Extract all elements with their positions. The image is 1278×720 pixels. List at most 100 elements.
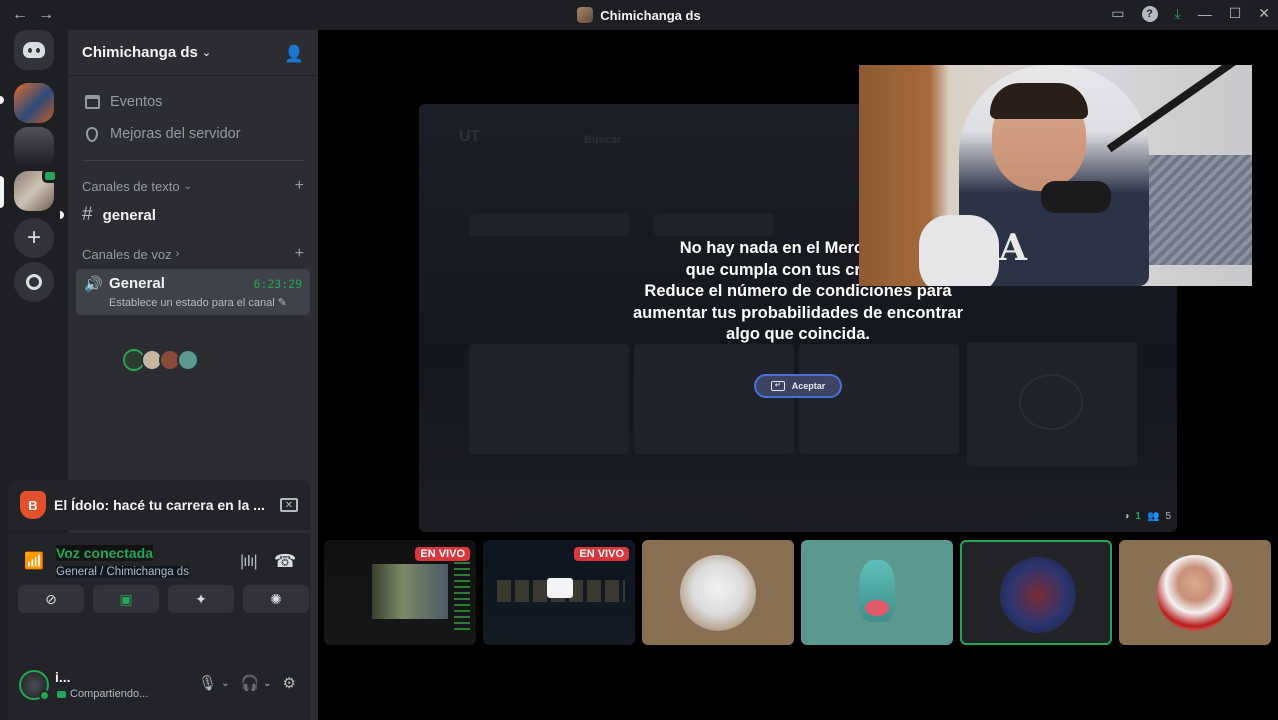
add-channel-icon[interactable]: +	[295, 177, 304, 195]
webcam-microphone	[1041, 181, 1111, 213]
people-icon: 👥	[1146, 511, 1160, 522]
avatar	[1000, 557, 1076, 633]
channel-general[interactable]: # general	[60, 199, 318, 231]
faded-ui-text: Buscar	[584, 134, 622, 146]
title-bar: ← → Chimichanga ds ▭ ? ⤓ — ☐ ✕	[0, 0, 1278, 30]
participant-tile[interactable]	[1119, 540, 1271, 645]
chevron-down-icon: ⌄	[183, 180, 192, 192]
voice-channel-timer: 6:23:29	[253, 277, 302, 291]
boost-icon	[86, 126, 98, 142]
accept-button[interactable]: ↵ Aceptar	[754, 374, 842, 398]
voice-connected-label[interactable]: Voz conectada	[56, 545, 153, 561]
headphones-icon[interactable]: 🎧	[240, 674, 259, 692]
download-icon[interactable]: ⤓	[1175, 5, 1181, 22]
connection-signal-icon[interactable]: 📶	[24, 551, 44, 571]
activity-title: El Ídolo: hacé tu carrera en la ...	[54, 497, 265, 513]
faded-crest-icon	[1019, 374, 1083, 430]
screen-share-button[interactable]: ▣	[93, 585, 159, 613]
add-server-button[interactable]: +	[14, 218, 54, 258]
live-badge: EN VIVO	[415, 547, 470, 561]
online-status-icon	[39, 690, 50, 701]
inbox-icon[interactable]: ▭	[1111, 5, 1124, 22]
avatar[interactable]	[177, 349, 199, 371]
plus-icon: +	[26, 224, 41, 251]
nav-events-label: Eventos	[110, 94, 163, 110]
participant-tile[interactable]	[801, 540, 953, 645]
channel-name: general	[102, 206, 156, 224]
avatar	[859, 560, 895, 622]
screen-share-icon: ▣	[119, 590, 133, 607]
invite-people-icon[interactable]: 👤	[284, 44, 304, 64]
voice-channel-general[interactable]: 🔊 General 6:23:29 Establece un estado pa…	[76, 269, 310, 315]
stream-preview	[454, 562, 470, 632]
viewer-count-a: 1	[1135, 511, 1141, 522]
hash-icon: #	[82, 204, 93, 225]
voice-stage: UT Buscar No hay nada en el Mercado de q…	[318, 30, 1278, 720]
sidebar-divider	[82, 160, 304, 161]
faded-ui-box	[469, 344, 629, 454]
category-voice-channels[interactable]: Canales de voz › +	[68, 241, 318, 267]
participant-tile-speaking[interactable]	[960, 540, 1112, 645]
activity-card[interactable]: B El Ídolo: hacé tu carrera en la ... ✕	[8, 480, 310, 530]
settings-gear-icon[interactable]: ⚙	[283, 674, 296, 692]
chevron-right-icon: ›	[175, 248, 180, 260]
discord-home-button[interactable]	[14, 30, 54, 70]
user-status: Compartiendo...	[57, 688, 148, 700]
microphone-icon[interactable]: 🎙	[198, 674, 217, 692]
voice-connection-panel: 📶 Voz conectada General / Chimichanga ds…	[8, 533, 310, 648]
activities-button[interactable]: ✦	[168, 585, 234, 613]
unread-pill	[0, 96, 4, 104]
nav-server-boosts[interactable]: Mejoras del servidor	[68, 118, 318, 150]
server-icon-2[interactable]	[14, 127, 54, 167]
live-badge: EN VIVO	[574, 547, 629, 561]
stream-tile[interactable]: EN VIVO	[324, 540, 476, 645]
minimize-icon[interactable]: —	[1198, 6, 1212, 22]
soundboard-icon: ✺	[270, 590, 282, 607]
voice-participants	[123, 349, 199, 371]
speaker-icon: 🔊	[84, 276, 103, 293]
stop-streaming-icon[interactable]: ✕	[280, 498, 298, 512]
voice-channel-name: General	[109, 275, 165, 292]
screen-share-status-icon	[57, 690, 66, 698]
faded-ui-logo: UT	[459, 128, 481, 145]
participant-tile[interactable]	[642, 540, 794, 645]
stream-tile[interactable]: EN VIVO	[483, 540, 635, 645]
hoodie-letter-logo: A	[999, 227, 1027, 269]
monitor-icon	[547, 578, 573, 598]
enter-key-icon: ↵	[770, 381, 785, 391]
category-text-label: Canales de texto	[82, 178, 180, 194]
voice-location[interactable]: General / Chimichanga ds	[56, 566, 189, 578]
faded-ui-box	[799, 344, 959, 454]
category-text-channels[interactable]: Canales de texto ⌄ +	[68, 173, 318, 199]
server-thumbnail-icon	[577, 7, 594, 23]
avatar[interactable]	[19, 670, 50, 701]
camera-off-button[interactable]: ⊘	[18, 585, 84, 613]
webcam-sleeve	[919, 215, 999, 286]
help-icon[interactable]: ?	[1141, 5, 1158, 22]
nav-events[interactable]: Eventos	[68, 86, 318, 118]
activities-icon: ✦	[195, 590, 207, 607]
soundboard-button[interactable]: ✺	[243, 585, 309, 613]
discover-button[interactable]	[14, 262, 54, 302]
disconnect-icon[interactable]: ☎	[274, 551, 296, 572]
server-name: Chimichanga ds	[82, 44, 198, 61]
voice-channel-status[interactable]: Establece un estado para el canal ✎	[109, 296, 287, 309]
maximize-icon[interactable]: ☐	[1229, 5, 1242, 22]
stream-preview	[372, 564, 448, 619]
window-title: Chimichanga ds	[0, 7, 1278, 23]
chevron-down-icon[interactable]: ⌄	[221, 678, 229, 689]
close-icon[interactable]: ✕	[1258, 5, 1270, 22]
chevron-down-icon[interactable]: ⌄	[263, 678, 271, 689]
server-icon-1[interactable]	[14, 83, 54, 123]
discord-logo-icon	[23, 42, 45, 58]
webcam-overlay[interactable]: A	[859, 65, 1252, 286]
server-icon-chimichanga[interactable]	[14, 169, 58, 211]
avatar	[680, 555, 756, 631]
add-channel-icon[interactable]: +	[295, 245, 304, 263]
server-header[interactable]: Chimichanga ds ⌄ 👤	[68, 30, 318, 76]
category-voice-label: Canales de voz	[82, 246, 172, 262]
user-name[interactable]: i...	[55, 669, 71, 685]
noise-suppression-icon[interactable]: |ıIı|	[240, 553, 258, 571]
window-controls: ▭ ? ⤓ — ☐ ✕	[1111, 5, 1270, 22]
webcam-hair	[990, 83, 1088, 119]
